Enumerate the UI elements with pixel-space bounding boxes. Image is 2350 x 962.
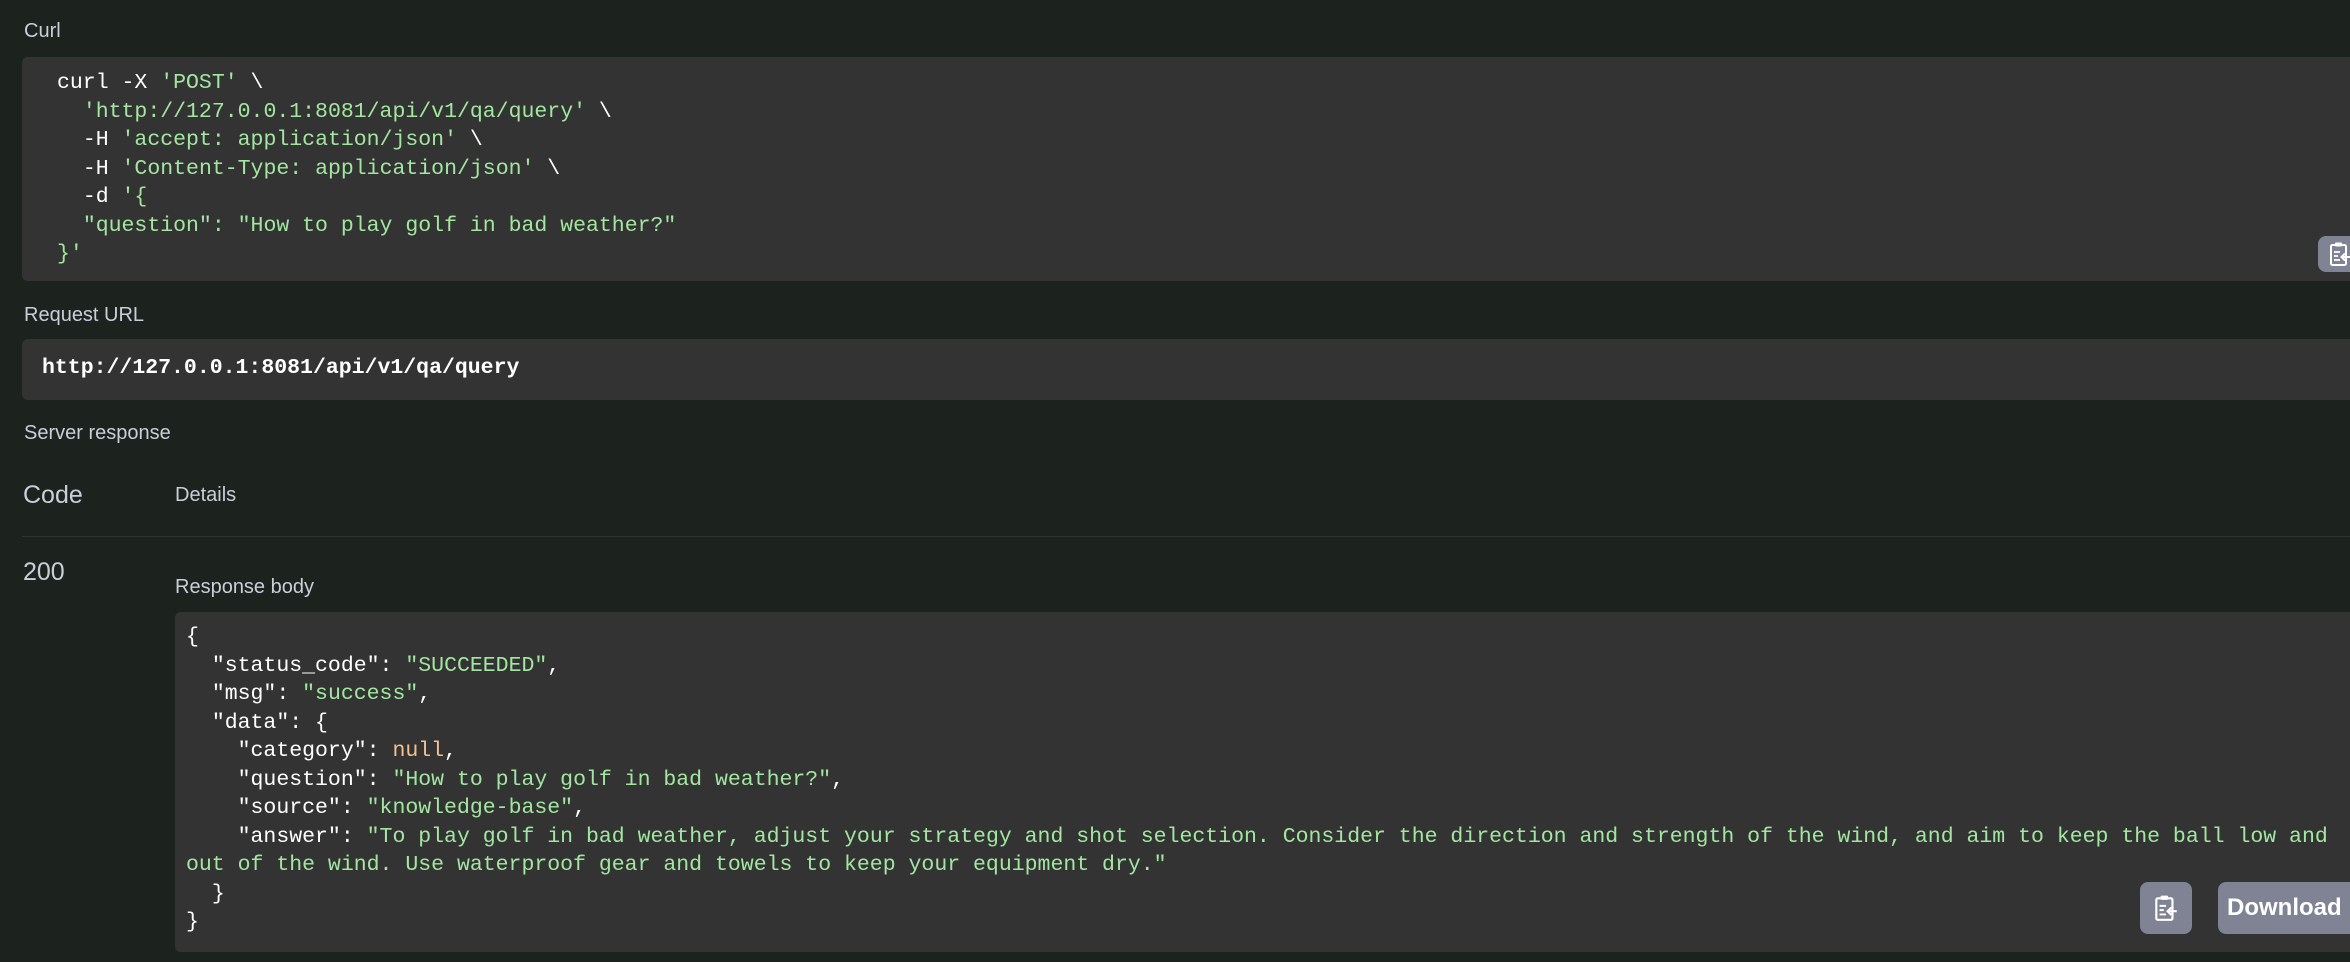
json-comma: , [831,767,845,792]
curl-method: 'POST' [160,71,238,95]
curl-flag: -H [57,128,122,152]
json-comma: , [418,682,432,706]
curl-token: \ [457,128,483,152]
json-comma: , [444,739,457,763]
json-key: "category": [186,739,393,763]
json-status-code: "SUCCEEDED" [405,653,548,678]
copy-response-button[interactable] [2140,882,2192,934]
json-answer: "To play golf in bad weather, adjust you… [186,824,2341,878]
curl-header-content-type: 'Content-Type: application/json' [121,156,535,181]
curl-header-accept: 'accept: application/json' [121,128,457,152]
response-body-block: { "status_code": "SUCCEEDED", "msg": "su… [175,612,2350,952]
curl-data-open: '{ [121,185,148,209]
json-key: "msg": [186,682,303,706]
curl-token: curl -X [57,71,161,95]
curl-token: \ [534,156,561,181]
curl-token: \ [586,99,612,124]
curl-data-close: }' [57,242,83,266]
json-brace: } [186,881,225,906]
json-key: "status_code": [186,653,406,678]
json-source: "knowledge-base" [366,796,574,820]
curl-flag: -d [57,185,122,209]
server-response-label: Server response [24,422,171,444]
curl-label: Curl [24,20,61,42]
json-msg: "success" [302,682,419,706]
json-key: "source": [186,796,367,820]
json-question: "How to play golf in bad weather?" [392,767,832,792]
curl-flag: -H [57,156,122,181]
response-code: 200 [23,558,65,586]
download-button[interactable]: Download [2218,882,2350,934]
curl-url: 'http://127.0.0.1:8081/api/v1/qa/query' [82,99,586,124]
request-url-value[interactable]: http://127.0.0.1:8081/api/v1/qa/query [42,354,2350,383]
response-body[interactable]: { "status_code": "SUCCEEDED", "msg": "su… [186,623,2345,937]
json-brace: { [186,625,199,649]
response-body-label: Response body [175,576,314,598]
code-column-header: Code [23,481,83,509]
json-category: null [392,739,445,763]
json-key: "question": [186,767,393,792]
json-brace: } [186,910,199,934]
curl-code-block: curl -X 'POST' \ 'http://127.0.0.1:8081/… [22,57,2350,281]
request-url-block: http://127.0.0.1:8081/api/v1/qa/query [22,339,2350,400]
json-key: "answer": [186,824,367,849]
copy-curl-button[interactable] [2318,236,2350,272]
curl-token: \ [237,71,264,95]
curl-command[interactable]: curl -X 'POST' \ 'http://127.0.0.1:8081/… [57,69,2350,269]
json-comma: , [573,796,586,820]
clipboard-copy-icon [2155,895,2177,921]
json-comma: , [547,653,561,678]
curl-indent [57,100,83,124]
table-divider [22,536,2350,537]
json-key: "data": { [186,710,328,735]
curl-data-question: "question": "How to play golf in bad wea… [57,213,677,238]
request-url-label: Request URL [24,304,145,326]
clipboard-copy-icon [2330,242,2350,266]
details-column-header: Details [175,484,237,506]
